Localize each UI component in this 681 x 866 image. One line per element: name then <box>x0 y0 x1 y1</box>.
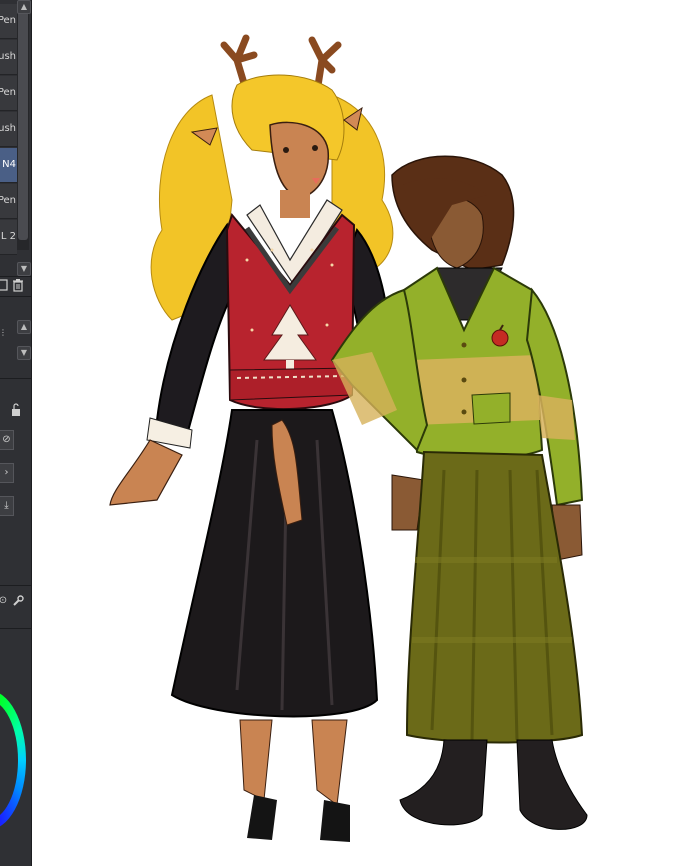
mask-icon[interactable]: ⊘ <box>0 430 14 450</box>
layer-item[interactable]: Pen <box>0 184 17 219</box>
new-layer-icon[interactable] <box>0 278 10 292</box>
dots-icon[interactable]: ⋮ <box>0 326 10 340</box>
download-icon[interactable]: ⤓ <box>0 496 14 516</box>
settings-icon[interactable]: ⊙ <box>0 594 10 608</box>
chevron-up-icon[interactable]: ▲ <box>17 0 31 14</box>
chevron-down-icon[interactable]: ▼ <box>17 346 31 360</box>
drawing-canvas[interactable] <box>32 0 681 866</box>
layer-item-label: Pen <box>0 195 16 206</box>
layer-item-selected[interactable]: N4 <box>0 148 17 183</box>
layer-item-label: Brush <box>0 123 16 134</box>
trash-icon[interactable] <box>11 278 25 292</box>
divider <box>0 276 31 277</box>
layer-item[interactable]: L 2 <box>0 220 17 255</box>
layer-item-label: Brush <box>0 51 16 62</box>
lock-icon[interactable] <box>9 403 23 417</box>
layer-item[interactable]: Brush <box>0 112 17 147</box>
layer-item-label: Pen <box>0 87 16 98</box>
divider <box>0 296 31 297</box>
layer-scrollbar-thumb[interactable] <box>18 4 28 240</box>
layer-item[interactable]: Brush <box>0 40 17 75</box>
layer-item-label: N4 <box>2 159 16 170</box>
wrench-icon[interactable] <box>11 594 25 608</box>
layer-item[interactable]: Pen <box>0 4 17 39</box>
divider <box>0 378 31 379</box>
layer-panel: ▲ Pen Brush Pen Brush N4 Pen L 2 ▼ ▲ ▼ ⋮… <box>0 0 32 866</box>
layer-item-label: L 2 <box>0 231 16 242</box>
divider <box>0 628 31 629</box>
layer-item[interactable]: Pen <box>0 76 17 111</box>
illustration <box>109 34 588 842</box>
arrow-right-icon[interactable]: › <box>0 463 14 483</box>
chevron-up-icon[interactable]: ▲ <box>17 320 31 334</box>
chevron-down-icon[interactable]: ▼ <box>17 262 31 276</box>
divider <box>0 585 31 586</box>
layer-item-label: Pen <box>0 15 16 26</box>
